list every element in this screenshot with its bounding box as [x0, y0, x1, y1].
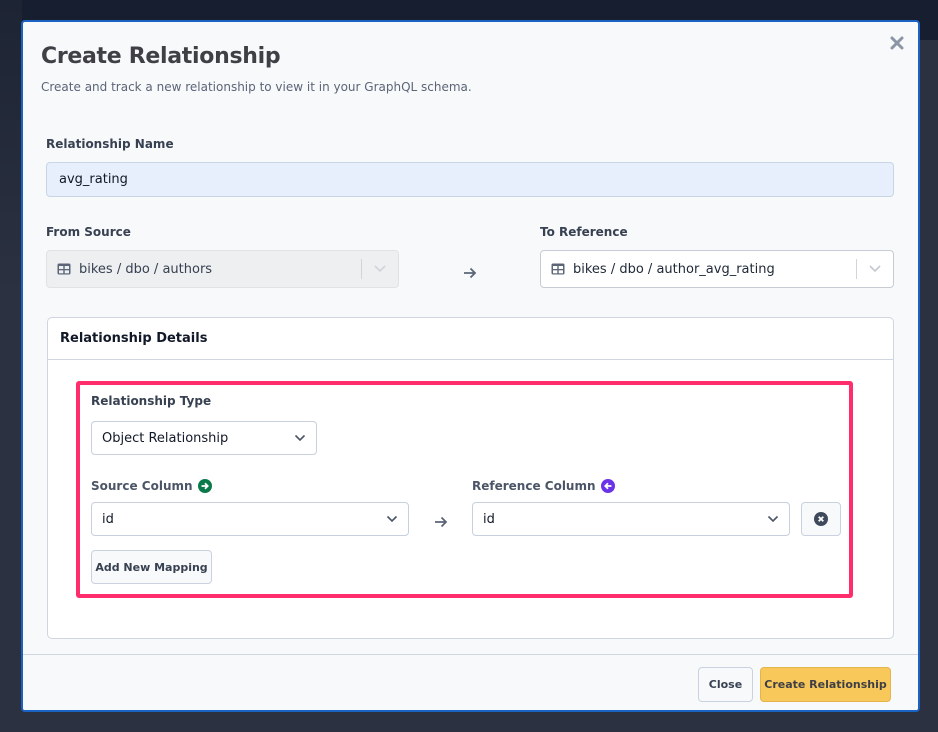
reference-column-label-text: Reference Column: [472, 479, 596, 493]
to-reference-value: bikes / dbo / author_avg_rating: [573, 261, 775, 277]
chevron-down-icon: [767, 515, 779, 523]
relationship-type-value: Object Relationship: [102, 430, 229, 446]
from-source-label: From Source: [46, 225, 131, 239]
chevron-down-icon: [294, 434, 306, 442]
relationship-name-label: Relationship Name: [46, 137, 174, 151]
from-source-value: bikes / dbo / authors: [79, 261, 213, 277]
chevron-down-icon[interactable]: [857, 265, 893, 273]
relationship-type-select[interactable]: Object Relationship: [91, 421, 317, 455]
add-new-mapping-button[interactable]: Add New Mapping: [91, 550, 212, 584]
close-button[interactable]: Close: [698, 667, 753, 702]
source-column-label-text: Source Column: [91, 479, 193, 493]
modal-subtitle: Create and track a new relationship to v…: [41, 80, 472, 94]
arrow-right-icon: [434, 513, 448, 528]
reference-column-select[interactable]: id: [472, 502, 790, 536]
modal-title: Create Relationship: [41, 44, 281, 69]
relationship-name-input[interactable]: [46, 162, 894, 197]
chevron-down-icon: [386, 515, 398, 523]
source-column-label: Source Column: [91, 479, 212, 493]
source-column-select[interactable]: id: [91, 502, 409, 536]
relationship-type-label-text: Relationship Type: [91, 394, 212, 408]
highlight-box: Relationship Type Object Relationship So…: [76, 381, 853, 598]
page-backdrop: [0, 0, 22, 732]
table-icon: [47, 263, 71, 275]
arrow-right-circle-icon: [197, 479, 212, 493]
source-column-value: id: [102, 511, 114, 527]
modal-footer: Close Create Relationship: [23, 654, 918, 710]
remove-mapping-button[interactable]: [801, 502, 841, 536]
table-icon: [541, 263, 565, 275]
relationship-details-card: Relationship Details Relationship Type O…: [47, 317, 894, 639]
arrow-left-circle-icon: [600, 479, 615, 493]
to-reference-select[interactable]: bikes / dbo / author_avg_rating: [540, 250, 894, 288]
to-reference-label: To Reference: [540, 225, 628, 239]
reference-column-value: id: [483, 511, 495, 527]
reference-column-label: Reference Column: [472, 479, 615, 493]
from-source-select[interactable]: bikes / dbo / authors: [46, 250, 399, 288]
create-relationship-button[interactable]: Create Relationship: [760, 667, 891, 702]
remove-circle-icon: [814, 512, 828, 526]
create-relationship-modal: Create Relationship Create and track a n…: [21, 20, 920, 712]
modal-header: Create Relationship Create and track a n…: [23, 22, 918, 122]
close-x-icon[interactable]: [888, 34, 906, 52]
arrow-right-icon: [463, 264, 477, 279]
relationship-type-label: Relationship Type: [91, 394, 211, 408]
chevron-down-icon: [362, 265, 398, 273]
relationship-details-title: Relationship Details: [48, 318, 893, 360]
